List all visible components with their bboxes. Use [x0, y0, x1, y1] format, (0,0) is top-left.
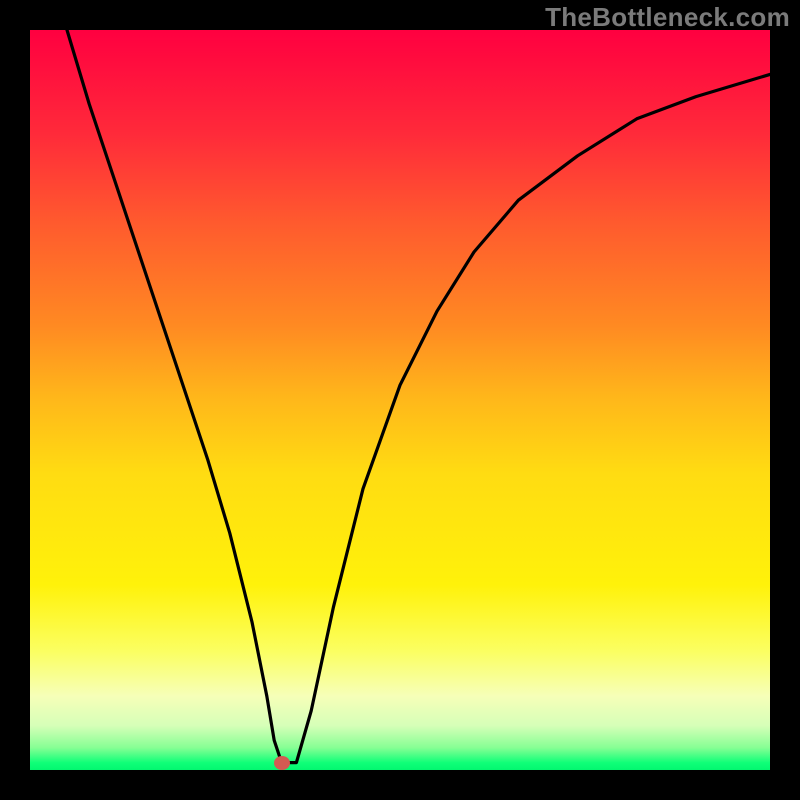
plot-area	[30, 30, 770, 770]
watermark-text: TheBottleneck.com	[545, 2, 790, 33]
optimal-point-marker	[274, 756, 290, 770]
chart-frame: TheBottleneck.com	[0, 0, 800, 800]
bottleneck-curve	[67, 30, 770, 763]
curve-layer	[30, 30, 770, 770]
